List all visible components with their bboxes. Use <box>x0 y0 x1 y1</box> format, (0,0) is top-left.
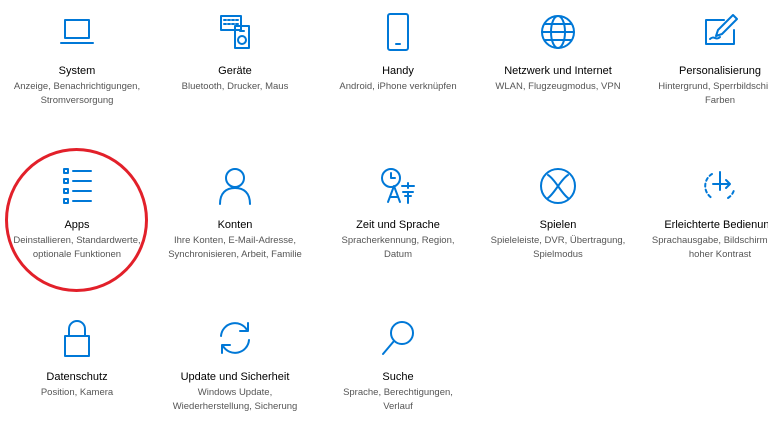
tile-description: Sprachausgabe, Bildschirmlupe, hoher Kon… <box>651 235 768 260</box>
lock-icon <box>57 318 97 358</box>
person-icon <box>215 166 255 206</box>
time-language-icon <box>378 166 418 206</box>
devices-icon <box>215 12 255 52</box>
tile-description: Deinstallieren, Standardwerte, optionale… <box>13 235 141 260</box>
pen-tablet-icon <box>700 12 740 52</box>
ease-of-access-icon <box>700 166 740 206</box>
tile-title: Handy <box>382 65 414 77</box>
tile-geraete[interactable]: Geräte Bluetooth, Drucker, Maus <box>160 12 310 94</box>
globe-icon <box>538 12 578 52</box>
tile-system[interactable]: System Anzeige, Benachrichtigungen, Stro… <box>2 12 152 107</box>
tile-description: Anzeige, Benachrichtigungen, Stromversor… <box>13 81 141 106</box>
tile-datenschutz[interactable]: Datenschutz Position, Kamera <box>2 318 152 400</box>
tile-description: Position, Kamera <box>40 387 114 398</box>
tile-description: Hintergrund, Sperrbildschirm, Farben <box>658 81 768 106</box>
tile-title: Personalisierung <box>679 65 761 77</box>
tile-title: Update und Sicherheit <box>180 371 290 383</box>
tile-description: Sprache, Berechtigungen, Verlauf <box>343 387 453 412</box>
tile-netzwerk[interactable]: Netzwerk und Internet WLAN, Flugzeugmodu… <box>483 12 633 94</box>
tile-description: Spracherkennung, Region, Datum <box>341 235 455 260</box>
tile-title: Suche <box>382 371 414 383</box>
tile-apps[interactable]: Apps Deinstallieren, Standardwerte, opti… <box>2 166 152 261</box>
search-icon <box>378 318 418 358</box>
tile-title: Netzwerk und Internet <box>504 65 612 77</box>
tile-zeit-sprache[interactable]: Zeit und Sprache Spracherkennung, Region… <box>323 166 473 261</box>
tile-suche[interactable]: Suche Sprache, Berechtigungen, Verlauf <box>323 318 473 413</box>
tile-description: Android, iPhone verknüpfen <box>339 81 457 92</box>
tile-description: WLAN, Flugzeugmodus, VPN <box>495 81 621 92</box>
phone-icon <box>378 12 418 52</box>
tile-title: Konten <box>217 219 253 231</box>
tile-description: Bluetooth, Drucker, Maus <box>181 81 289 92</box>
tile-description: Windows Update, Wiederherstellung, Siche… <box>172 387 298 412</box>
tile-title: System <box>58 65 96 77</box>
tile-title: Apps <box>64 219 90 231</box>
tile-spielen[interactable]: Spielen Spieleleiste, DVR, Übertragung, … <box>483 166 633 261</box>
tile-update-sicherheit[interactable]: Update und Sicherheit Windows Update, Wi… <box>160 318 310 413</box>
tile-title: Spielen <box>539 219 577 231</box>
sync-icon <box>215 318 255 358</box>
tile-konten[interactable]: Konten Ihre Konten, E-Mail-Adresse, Sync… <box>160 166 310 261</box>
tile-title: Geräte <box>218 65 252 77</box>
laptop-icon <box>57 12 97 52</box>
tile-personalisierung[interactable]: Personalisierung Hintergrund, Sperrbilds… <box>645 12 768 107</box>
tile-title: Datenschutz <box>46 371 108 383</box>
apps-list-icon <box>57 166 97 206</box>
tile-title: Zeit und Sprache <box>356 219 440 231</box>
xbox-icon <box>538 166 578 206</box>
tile-title: Erleichterte Bedienung <box>664 219 768 231</box>
tile-handy[interactable]: Handy Android, iPhone verknüpfen <box>323 12 473 94</box>
tile-erleichterte-bedienung[interactable]: Erleichterte Bedienung Sprachausgabe, Bi… <box>645 166 768 261</box>
tile-description: Spieleleiste, DVR, Übertragung, Spielmod… <box>490 235 626 260</box>
tile-description: Ihre Konten, E-Mail-Adresse, Synchronisi… <box>168 235 302 260</box>
